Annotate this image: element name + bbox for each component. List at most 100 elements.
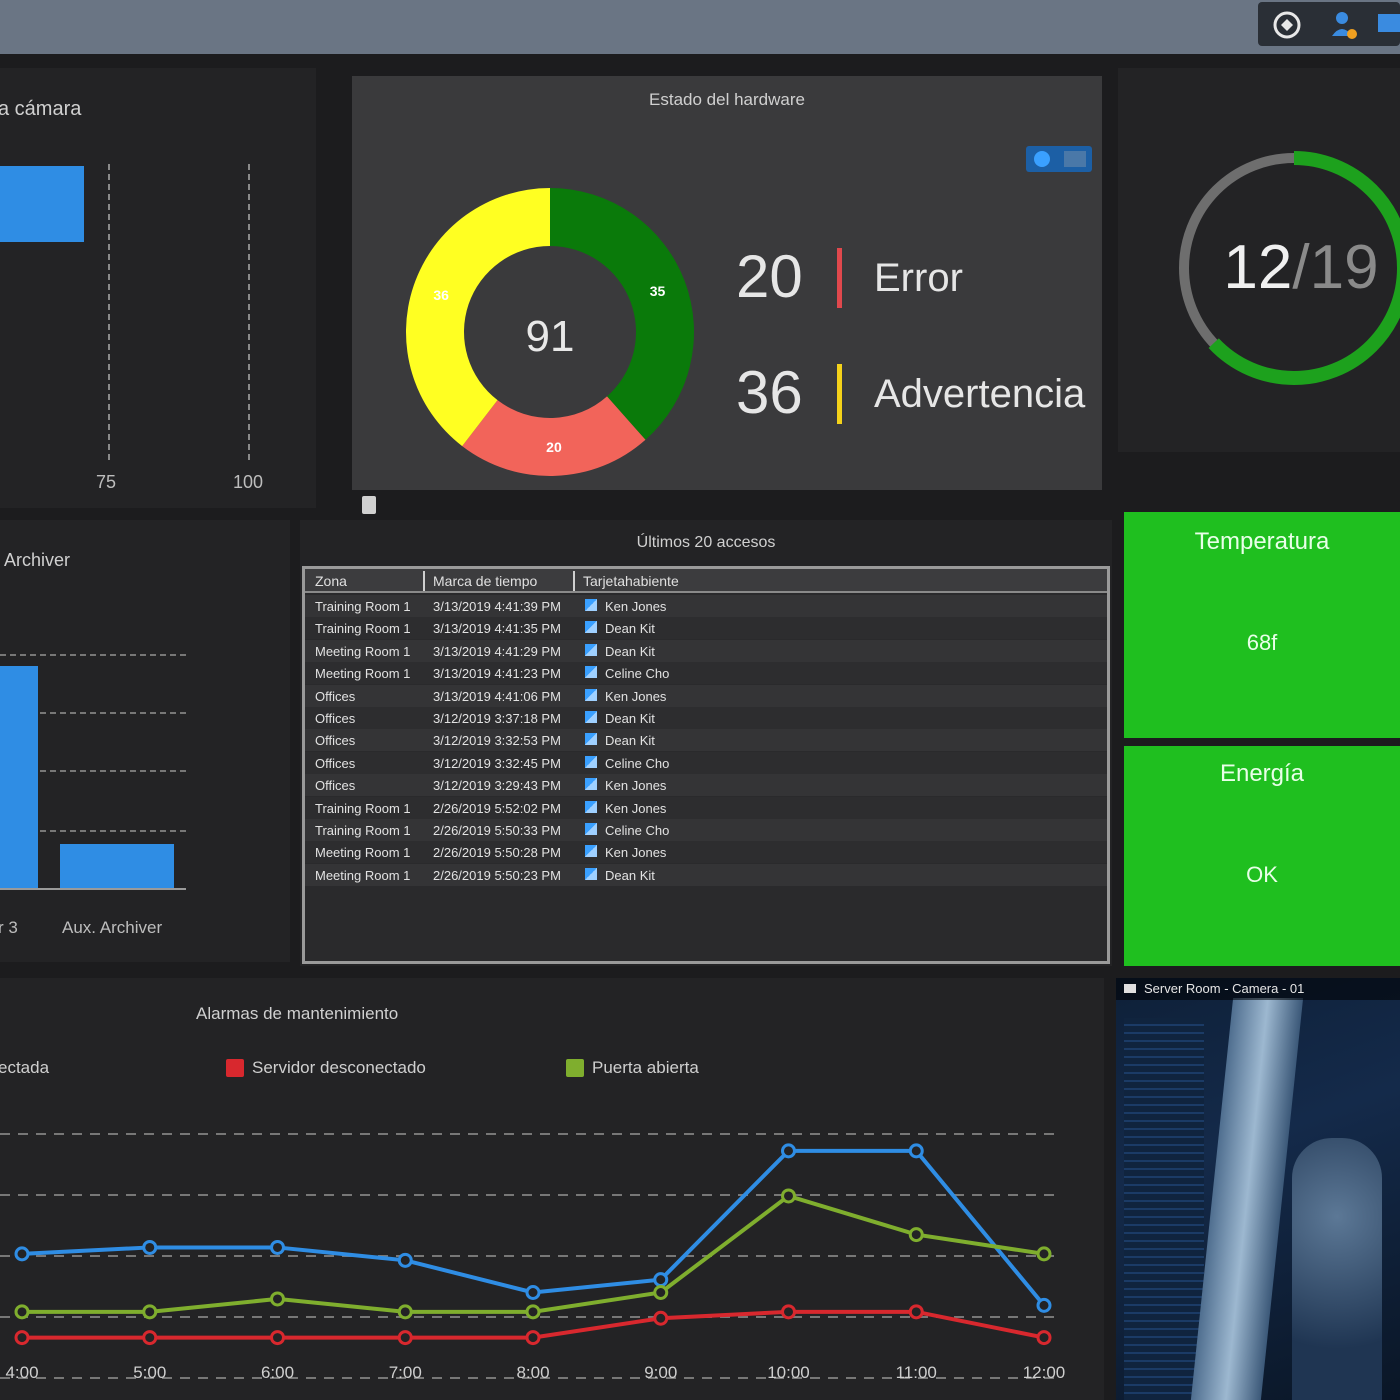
table-row[interactable]: Meeting Room 1 2/26/2019 5:50:28 PM Ken Jo… <box>305 841 1107 864</box>
server-rack-image <box>1292 1138 1382 1400</box>
error-count: 20 <box>736 243 803 310</box>
cell-timestamp: 3/13/2019 4:41:23 PM <box>433 666 561 682</box>
data-point[interactable] <box>525 1330 541 1346</box>
cardholder-icon <box>585 823 597 835</box>
temperature-tile[interactable]: Temperatura 68f <box>1124 512 1400 738</box>
cell-cardholder: Dean Kit <box>605 711 655 726</box>
data-point[interactable] <box>142 1330 158 1346</box>
table-row[interactable]: Training Room 1 3/13/2019 4:41:35 PM Dean … <box>305 617 1107 640</box>
data-point[interactable] <box>525 1304 541 1320</box>
hardware-footer-icon[interactable] <box>362 496 376 514</box>
legend-swatch-green[interactable] <box>566 1059 584 1077</box>
cardholder-icon <box>585 711 597 723</box>
table-row[interactable]: Meeting Room 1 3/13/2019 4:41:23 PM Celine… <box>305 662 1107 685</box>
table-row[interactable]: Offices 3/13/2019 4:41:06 PM Ken Jones <box>305 684 1107 707</box>
cell-timestamp: 2/26/2019 5:50:28 PM <box>433 845 561 861</box>
donut-segment-label: 35 <box>650 283 666 299</box>
archiver-baseline <box>0 888 186 890</box>
x-tick-label: 4:00 <box>5 1363 38 1382</box>
camera-feed[interactable]: Server Room - Camera - 01 <box>1116 978 1400 1400</box>
cell-timestamp: 2/26/2019 5:50:23 PM <box>433 867 561 883</box>
cell-cardholder: Celine Cho <box>605 755 670 771</box>
energy-tile[interactable]: Energía OK <box>1124 746 1400 966</box>
cell-cardholder: Dean Kit <box>605 621 655 637</box>
view-toggle-dot <box>1034 151 1050 167</box>
column-separator[interactable] <box>423 571 425 591</box>
cell-zone: Training Room 1 <box>315 823 411 838</box>
tick-label-100: 100 <box>233 472 264 492</box>
legend-label-green: Puerta abierta <box>592 1058 699 1077</box>
cell-zone: Offices <box>315 755 356 771</box>
data-point[interactable] <box>781 1143 796 1159</box>
table-row[interactable]: Offices 3/12/2019 3:32:53 PM Dean Kit <box>305 729 1107 752</box>
server-rack-image <box>1190 998 1304 1400</box>
data-point[interactable] <box>142 1304 158 1320</box>
data-point[interactable] <box>781 1188 796 1204</box>
data-point[interactable] <box>397 1252 413 1268</box>
cell-zone: Offices <box>315 733 356 749</box>
table-row[interactable]: Offices 3/12/2019 3:29:43 PM Ken Jones <box>305 774 1107 797</box>
table-row[interactable]: Offices 3/12/2019 3:37:18 PM Dean Kit <box>305 707 1107 729</box>
cell-zone: Meeting Room 1 <box>315 845 411 861</box>
tick-label-75: 75 <box>96 472 117 492</box>
column-separator[interactable] <box>573 571 575 591</box>
view-toggle[interactable] <box>1026 146 1092 172</box>
data-point[interactable] <box>653 1272 669 1288</box>
x-tick-label: 6:00 <box>261 1363 294 1382</box>
cell-zone: Offices <box>315 711 356 726</box>
data-point[interactable] <box>270 1239 285 1255</box>
user-alert-icon[interactable] <box>1328 8 1362 42</box>
table-row[interactable]: Meeting Room 1 3/13/2019 4:41:29 PM Dean K… <box>305 639 1107 662</box>
data-point[interactable] <box>908 1143 924 1159</box>
cell-cardholder: Ken Jones <box>605 800 667 816</box>
data-point[interactable] <box>908 1304 924 1320</box>
data-point[interactable] <box>1036 1246 1052 1262</box>
hardware-panel: Estado del hardware 35 20 36 91 20 Error 3… <box>352 76 1102 490</box>
data-point[interactable] <box>14 1304 30 1320</box>
data-point[interactable] <box>525 1285 541 1300</box>
archiver-title: Archiver <box>4 550 71 570</box>
legend-swatch-red[interactable] <box>226 1059 244 1077</box>
app-logo-icon[interactable] <box>1272 10 1302 40</box>
error-label: Error <box>874 256 963 300</box>
data-point[interactable] <box>1036 1330 1052 1346</box>
table-row[interactable]: Meeting Room 1 2/26/2019 5:50:23 PM Dean K… <box>305 863 1107 886</box>
cardholder-icon <box>585 621 597 634</box>
data-point[interactable] <box>14 1330 30 1346</box>
table-row[interactable]: Training Room 1 2/26/2019 5:52:02 PM Ken J… <box>305 796 1107 819</box>
monitor-icon[interactable] <box>1376 10 1400 40</box>
data-point[interactable] <box>653 1310 669 1326</box>
temperature-title: Temperatura <box>1194 528 1330 555</box>
archiver-panel: Archiver r 3 Aux. Archiver <box>0 520 290 962</box>
table-row[interactable]: Training Room 1 2/26/2019 5:50:33 PM Celin… <box>305 819 1107 841</box>
cardholder-icon <box>585 733 597 746</box>
cardholder-icon <box>585 778 597 791</box>
camera-feed-title: Server Room - Camera - 01 <box>1144 981 1305 996</box>
data-point[interactable] <box>397 1330 413 1346</box>
data-point[interactable] <box>142 1239 158 1255</box>
data-point[interactable] <box>908 1227 924 1243</box>
column-cardholder[interactable]: Tarjetahabiente <box>583 573 679 589</box>
column-timestamp[interactable]: Marca de tiempo <box>433 573 537 589</box>
top-bar <box>0 0 1400 54</box>
cell-timestamp: 3/13/2019 4:41:35 PM <box>433 621 561 637</box>
data-point[interactable] <box>270 1291 285 1307</box>
data-point[interactable] <box>1036 1297 1052 1313</box>
data-point[interactable] <box>397 1304 413 1320</box>
data-point[interactable] <box>653 1285 669 1300</box>
table-row[interactable]: Offices 3/12/2019 3:32:45 PM Celine Cho <box>305 751 1107 774</box>
archiver-category-1: r 3 <box>0 918 18 937</box>
cell-timestamp: 3/13/2019 4:41:39 PM <box>433 599 561 614</box>
column-zone[interactable]: Zona <box>315 573 347 589</box>
archiver-bar-1 <box>0 666 38 888</box>
gridline-100 <box>248 164 250 460</box>
view-toggle-square <box>1064 151 1086 167</box>
data-point[interactable] <box>270 1330 285 1346</box>
cell-cardholder: Dean Kit <box>605 643 655 659</box>
x-tick-label: 8:00 <box>516 1363 549 1382</box>
camera-bar <box>0 166 84 242</box>
table-row[interactable]: Training Room 1 3/13/2019 4:41:39 PM Ken J… <box>305 595 1107 617</box>
data-point[interactable] <box>781 1304 796 1320</box>
x-tick-label: 12:00 <box>1023 1363 1066 1382</box>
data-point[interactable] <box>14 1246 30 1262</box>
